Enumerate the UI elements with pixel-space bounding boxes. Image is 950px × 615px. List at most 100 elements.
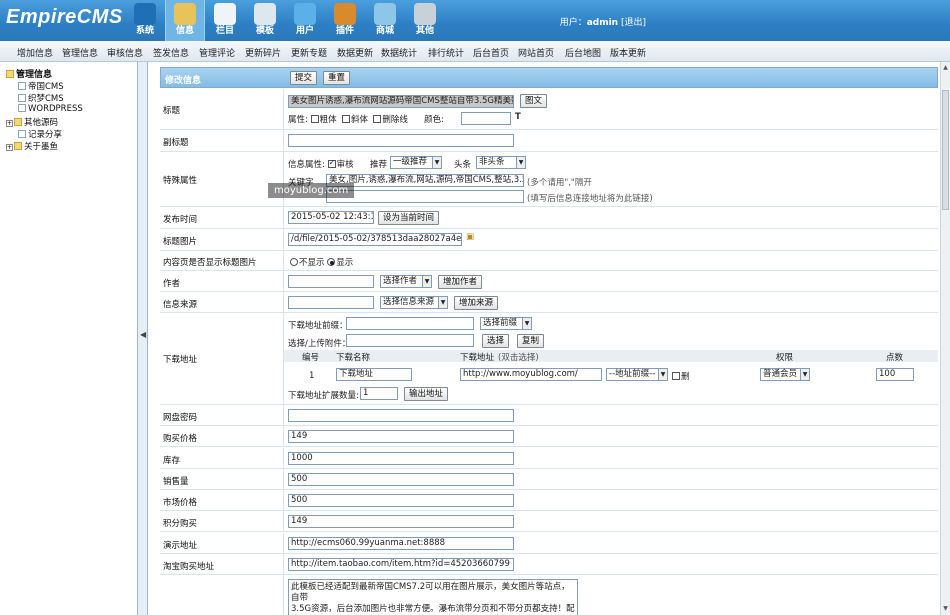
url-prefix-select[interactable]: --地址前缀-- ▼ [606, 368, 668, 381]
field-input[interactable]: 149 [288, 430, 514, 444]
empirecms-logo[interactable]: EmpireCMS [6, 6, 123, 29]
author-select[interactable]: 选择作者 ▼ [380, 275, 432, 288]
color-input[interactable] [461, 112, 511, 125]
collapse-arrow-icon[interactable]: ◀ [140, 330, 146, 339]
row-source: 信息来源 选择信息来源 ▼ 增加来源 [160, 292, 938, 313]
showpic-label: 内容页是否显示标题图片 [160, 251, 284, 270]
topnav-2[interactable]: 栏目 [205, 0, 245, 41]
download-url-input[interactable]: http://www.moyublog.com/ [460, 368, 602, 381]
bold-checkbox[interactable] [310, 115, 319, 123]
menu-item-9[interactable]: 排行统计 [428, 46, 464, 59]
tree-item-1[interactable]: 织梦CMS [18, 92, 64, 104]
italic-checkbox[interactable] [342, 115, 350, 123]
menu-item-1[interactable]: 管理信息 [62, 46, 98, 59]
tree-item-0[interactable]: 帝国CMS [18, 80, 64, 92]
download-prefix-input[interactable] [346, 317, 474, 330]
audit-checkbox[interactable] [327, 158, 336, 168]
scroll-thumb[interactable] [942, 90, 949, 210]
topnav-4[interactable]: 用户 [285, 0, 325, 41]
choose-button[interactable]: 选择 [482, 334, 510, 348]
tree-item-2[interactable]: WORDPRESS [18, 104, 83, 114]
topnav-5[interactable]: 插件 [325, 0, 365, 41]
field-input[interactable]: http://item.taobao.com/item.htm?id=45203… [288, 557, 514, 571]
sidebar-splitter[interactable]: ◀ [138, 62, 148, 615]
scroll-down-icon[interactable]: ▼ [942, 605, 949, 613]
source-input[interactable] [288, 296, 374, 309]
menu-item-2[interactable]: 审核信息 [107, 46, 143, 59]
menu-item-0[interactable]: 增加信息 [17, 46, 53, 59]
keywords-input[interactable]: 美女,图片,诱惑,瀑布流,网站,源码,帝国CMS,整站,3.5G [326, 174, 524, 187]
field-input[interactable] [288, 409, 514, 422]
row-download: 下载地址 下载地址前缀： 选择前缀 ▼ 选择/上传附件： 选择 复制 编号 下载名… [160, 313, 938, 405]
add-author-button[interactable]: 增加作者 [438, 275, 483, 289]
menu-item-3[interactable]: 签发信息 [153, 46, 189, 59]
menu-item-13[interactable]: 版本更新 [610, 46, 646, 59]
download-name-input[interactable]: 下载地址 [336, 368, 412, 381]
topnav-label: 插件 [335, 26, 354, 36]
author-input[interactable] [288, 275, 374, 288]
tree-root[interactable]: 管理信息 [6, 67, 52, 80]
field-label: 淘宝购买地址 [160, 553, 284, 574]
row-field-3: 销售量 500 [160, 468, 938, 490]
topnav-0[interactable]: 系统 [125, 0, 165, 41]
topnav-3[interactable]: 模板 [245, 0, 285, 41]
points-input[interactable]: 100 [876, 368, 914, 381]
title-pic-button[interactable]: 图文 [520, 94, 548, 108]
source-select[interactable]: 选择信息来源 ▼ [380, 296, 448, 309]
menu-item-8[interactable]: 数据统计 [381, 46, 417, 59]
color-picker-icon[interactable]: T [515, 112, 521, 122]
field-input[interactable]: 500 [288, 472, 514, 486]
titlepic-input[interactable]: /d/file/2015-05-02/378513daa28027a4e8934 [288, 233, 462, 246]
field-label: 购买价格 [160, 426, 284, 447]
menu-item-7[interactable]: 数据更新 [337, 46, 373, 59]
row-author: 作者 选择作者 ▼ 增加作者 [160, 271, 938, 292]
permission-select[interactable]: 普通会员 ▼ [760, 368, 810, 381]
user-info: 用户：admin [退出] [560, 15, 646, 28]
download-prefix-select[interactable]: 选择前缀 ▼ [480, 317, 532, 330]
copy-button[interactable]: 复制 [517, 334, 545, 348]
delete-checkbox[interactable] [672, 372, 680, 380]
field-input[interactable]: 1000 [288, 451, 514, 465]
field-input[interactable]: 149 [288, 515, 514, 529]
menu-item-4[interactable]: 管理评论 [199, 46, 235, 59]
description-textarea[interactable]: 此模板已经适配到最新帝国CMS7.2可以用在图片展示，美女图片等站点，自带 3.… [288, 579, 578, 615]
output-address-button[interactable]: 输出地址 [404, 387, 449, 401]
strike-checkbox[interactable] [373, 115, 382, 123]
tree-item-4[interactable]: 记录分享 [18, 128, 62, 140]
recommend-select[interactable]: 一级推荐 ▼ [390, 156, 442, 169]
topnav-1[interactable]: 信息 [165, 0, 205, 41]
title-input[interactable]: 美女图片诱惑,瀑布流网站源码帝国CMS整站自带3.5G精美数据 [288, 95, 514, 108]
tree-item-3[interactable]: + 其他源码 [6, 116, 58, 128]
menu-item-10[interactable]: 后台首页 [473, 46, 509, 59]
vertical-scrollbar[interactable]: ▲ ▼ [940, 62, 950, 615]
title-url-input[interactable] [326, 190, 524, 203]
upload-input[interactable] [346, 334, 474, 347]
tree-item-5[interactable]: + 关于墨鱼 [6, 140, 58, 152]
headline-select[interactable]: 非头条 ▼ [476, 156, 526, 169]
subtitle-input[interactable] [288, 134, 514, 147]
menu-item-6[interactable]: 更新专题 [291, 46, 327, 59]
field-input[interactable]: http://ecms060.99yuanma.net:8888 [288, 536, 514, 550]
hide-pic-radio[interactable] [290, 258, 298, 266]
menu-item-12[interactable]: 后台地图 [565, 46, 601, 59]
expand-input[interactable]: 1 [360, 387, 398, 400]
titlepic-label: 标题图片 [160, 229, 284, 250]
image-picker-icon[interactable]: ▣ [466, 232, 474, 242]
expand-icon[interactable]: + [6, 120, 13, 127]
reset-button[interactable]: 重置 [323, 71, 351, 85]
expand-icon[interactable]: + [6, 144, 13, 151]
field-input[interactable]: 500 [288, 494, 514, 507]
add-source-button[interactable]: 增加来源 [454, 296, 499, 310]
menu-item-5[interactable]: 更新碎片 [245, 46, 281, 59]
set-now-button[interactable]: 设为当前时间 [378, 211, 440, 225]
logout-link[interactable]: [退出] [621, 18, 646, 28]
pubtime-input[interactable]: 2015-05-02 12:43:12 [288, 211, 374, 224]
topnav-7[interactable]: 其他 [405, 0, 445, 41]
gear-icon [414, 3, 436, 25]
show-pic-radio[interactable] [327, 258, 336, 266]
submit-button[interactable]: 提交 [290, 71, 318, 85]
scroll-up-icon[interactable]: ▲ [942, 64, 949, 72]
topnav-6[interactable]: 商城 [365, 0, 405, 41]
col-points: 点数 [886, 353, 904, 363]
menu-item-11[interactable]: 网站首页 [518, 46, 554, 59]
